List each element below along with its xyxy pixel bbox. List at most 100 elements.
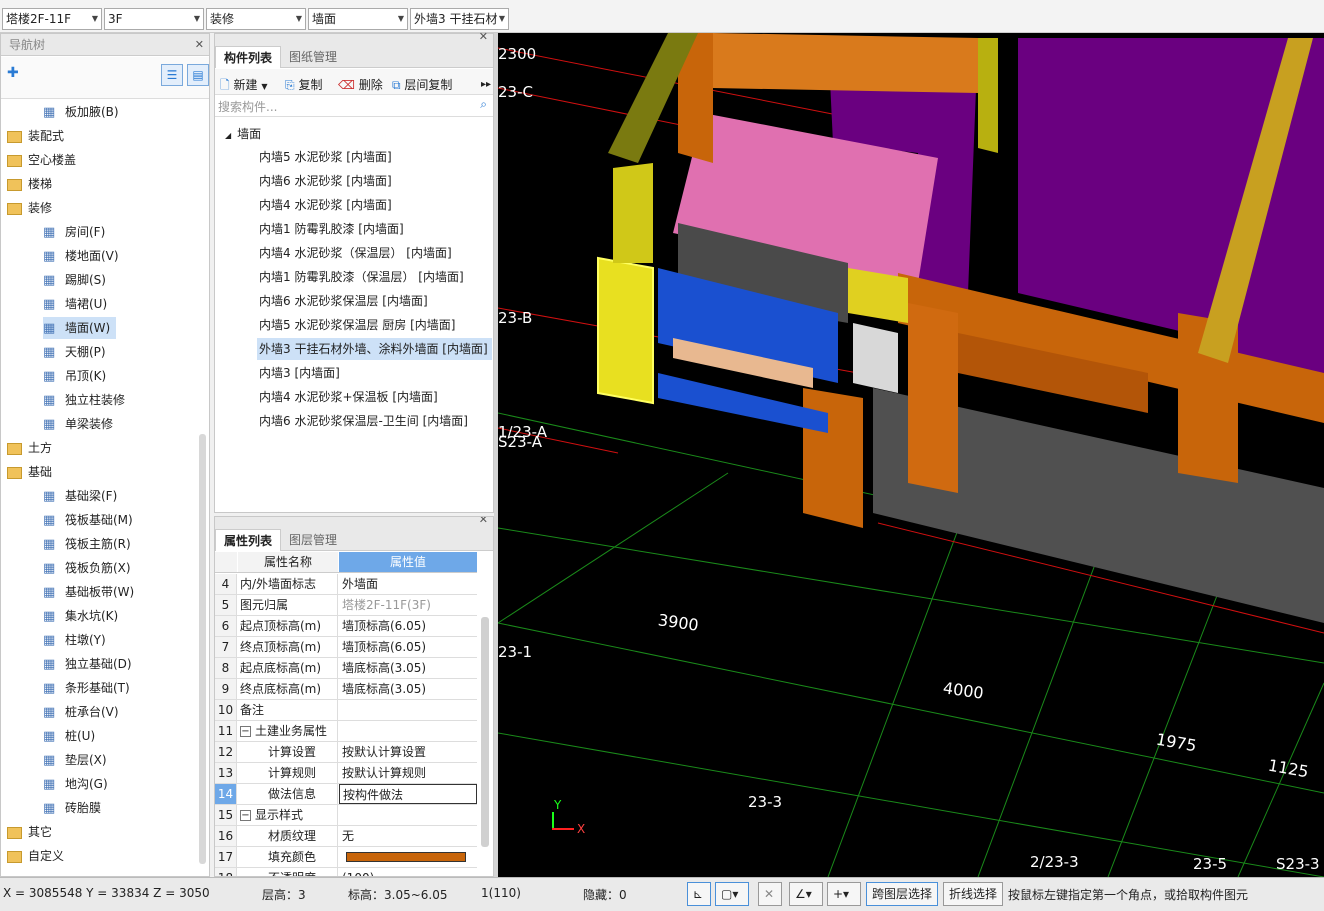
nav-item[interactable]: 楼梯 [7,173,58,195]
property-row[interactable]: 18不透明度(100) [215,868,477,876]
more-icon[interactable]: ▸▸ [481,76,491,94]
property-row[interactable]: 8 起点底标高(m) 墙底标高(3.05) [215,658,477,679]
component-list-item[interactable]: 内墙4 水泥砂浆（保温层） [内墙面] [257,242,456,264]
nav-item[interactable]: ▦ 墙面(W) [43,317,117,339]
nav-item[interactable]: ▦ 条形基础(T) [43,677,136,699]
tab-layer-management[interactable]: 图层管理 [281,529,345,551]
component-list-item[interactable]: 内墙1 防霉乳胶漆 [内墙面] [257,218,408,240]
property-row[interactable]: 12 计算设置 按默认计算设置 [215,742,477,763]
nav-scrollbar[interactable] [199,434,206,864]
component-list-item[interactable]: 外墙3 干挂石材外墙、涂料外墙面 [内墙面] [257,338,492,360]
property-value[interactable]: 塔楼2F-11F(3F) [339,595,477,615]
cross-layer-select-button[interactable]: 跨图层选择 [866,882,939,906]
list-view-icon[interactable]: ☰ [161,64,183,86]
nav-item[interactable]: 其它 [7,821,58,843]
property-row[interactable]: 9 终点底标高(m) 墙底标高(3.05) [215,679,477,700]
nav-item[interactable]: ▦ 天棚(P) [43,341,112,363]
property-value[interactable]: 墙顶标高(6.05) [339,616,477,636]
nav-item[interactable]: 装配式 [7,125,70,147]
property-value[interactable]: (100) [339,868,477,876]
nav-item[interactable]: ▦ 墙裙(U) [43,293,113,315]
property-row[interactable]: 15− 显示样式 [215,805,477,826]
category-select[interactable]: 装修 ▼ [206,8,306,30]
property-row[interactable]: 4 内/外墙面标志 外墙面 [215,574,477,595]
tab-drawing-management[interactable]: 图纸管理 [281,46,345,68]
nav-item[interactable]: ▦ 踢脚(S) [43,269,112,291]
nav-item[interactable]: ▦ 地沟(G) [43,773,114,795]
nav-item[interactable]: 空心楼盖 [7,149,82,171]
nav-item[interactable]: ▦ 柱墩(Y) [43,629,112,651]
nav-item[interactable]: 基础 [7,461,58,483]
floor-copy-button[interactable]: ⧉ 层间复制 [392,76,452,94]
ortho-icon[interactable]: ⊾ [687,882,711,906]
angle-icon[interactable]: ∠▾ [789,882,823,906]
property-value[interactable] [339,721,477,741]
property-value[interactable]: 按默认计算设置 [339,742,477,762]
nav-item[interactable]: ▦ 独立基础(D) [43,653,138,675]
property-scrollbar[interactable] [481,617,489,847]
fill-color-swatch[interactable] [346,852,466,862]
property-row[interactable]: 7 终点顶标高(m) 墙顶标高(6.05) [215,637,477,658]
nav-item[interactable]: ▦ 基础板带(W) [43,581,140,603]
type-select[interactable]: 墙面 ▼ [308,8,408,30]
property-value[interactable]: 墙底标高(3.05) [339,679,477,699]
nav-item[interactable]: ▦ 楼地面(V) [43,245,125,267]
property-value[interactable]: 无 [339,826,477,846]
property-row[interactable]: 17 填充颜色 [215,847,477,868]
close-icon[interactable]: ✕ [479,30,488,43]
nav-item[interactable]: ▦ 单梁装修 [43,413,119,435]
grid-view-icon[interactable]: ▤ [187,64,209,86]
floor-select[interactable]: 3F ▼ [104,8,204,30]
new-button[interactable]: 🗋 新建 ▼ [220,76,267,94]
nav-item[interactable]: 土方 [7,437,58,459]
dynamic-input-icon[interactable]: +▾ [827,882,861,906]
copy-button[interactable]: ⎘ 复制 [285,76,322,94]
component-list-item[interactable]: 内墙6 水泥砂浆保温层-卫生间 [内墙面] [257,410,472,432]
nav-item[interactable]: ▦ 筏板基础(M) [43,509,139,531]
property-row[interactable]: 6 起点顶标高(m) 墙顶标高(6.05) [215,616,477,637]
component-list-item[interactable]: 内墙4 水泥砂浆+保温板 [内墙面] [257,386,442,408]
nav-item[interactable]: ▦ 吊顶(K) [43,365,112,387]
nav-item[interactable]: ▦ 集水坑(K) [43,605,124,627]
property-value[interactable]: 外墙面 [339,574,477,594]
nav-item[interactable]: 装修 [7,197,58,219]
close-icon[interactable]: ✕ [479,517,488,526]
component-list-item[interactable]: 内墙4 水泥砂浆 [内墙面] [257,194,396,216]
nav-item[interactable]: ▦ 基础梁(F) [43,485,123,507]
property-row[interactable]: 14 做法信息 按构件做法 [215,784,477,805]
component-list-item[interactable]: 内墙1 防霉乳胶漆（保温层） [内墙面] [257,266,468,288]
property-value[interactable] [339,700,477,720]
building-select[interactable]: 塔楼2F-11F ▼ [2,8,102,30]
nav-item[interactable]: ▦ 筏板主筋(R) [43,533,137,555]
collapse-icon[interactable]: − [240,810,251,821]
nav-item[interactable]: ▦ 房间(F) [43,221,111,243]
delete-button[interactable]: ⌫ 删除 [338,76,383,94]
nav-item[interactable]: ▦ 独立柱装修 [43,389,131,411]
property-value[interactable] [339,847,477,867]
nav-item[interactable]: ▦ 筏板负筋(X) [43,557,137,579]
nav-item[interactable]: ▦ 板加腋(B) [43,101,125,123]
property-row[interactable]: 16 材质纹理 无 [215,826,477,847]
component-search[interactable]: 搜索构件... ⌕ [215,95,493,117]
model-canvas[interactable] [498,33,1324,877]
property-value[interactable]: 墙底标高(3.05) [339,658,477,678]
selected-yellow-column[interactable] [597,256,654,405]
property-value[interactable]: 按默认计算规则 [339,763,477,783]
property-row[interactable]: 11− 土建业务属性 [215,721,477,742]
nav-item[interactable]: ▦ 垫层(X) [43,749,113,771]
nav-item[interactable]: ▦ 桩(U) [43,725,101,747]
property-row[interactable]: 13 计算规则 按默认计算规则 [215,763,477,784]
property-value[interactable]: 按构件做法 [339,784,477,804]
3d-viewport[interactable]: 2300 23-C 23-B 1/23-A S23-A 23-1 23-3 2/… [498,33,1324,877]
tab-property-list[interactable]: 属性列表 [215,529,282,551]
snap-icon[interactable]: ▢▾ [715,882,749,906]
polyline-select-button[interactable]: 折线选择 [943,882,1004,906]
property-value[interactable]: 墙顶标高(6.05) [339,637,477,657]
component-group[interactable]: ◢ 墙面 [225,124,261,144]
component-list-item[interactable]: 内墙5 水泥砂浆保温层 厨房 [内墙面] [257,314,459,336]
search-input[interactable]: 搜索构件... [218,98,277,115]
component-list-item[interactable]: 内墙3 [内墙面] [257,362,344,384]
nav-item[interactable]: 自定义 [7,845,70,867]
cross-icon[interactable]: ✕ [758,882,782,906]
component-list-item[interactable]: 内墙6 水泥砂浆保温层 [内墙面] [257,290,432,312]
